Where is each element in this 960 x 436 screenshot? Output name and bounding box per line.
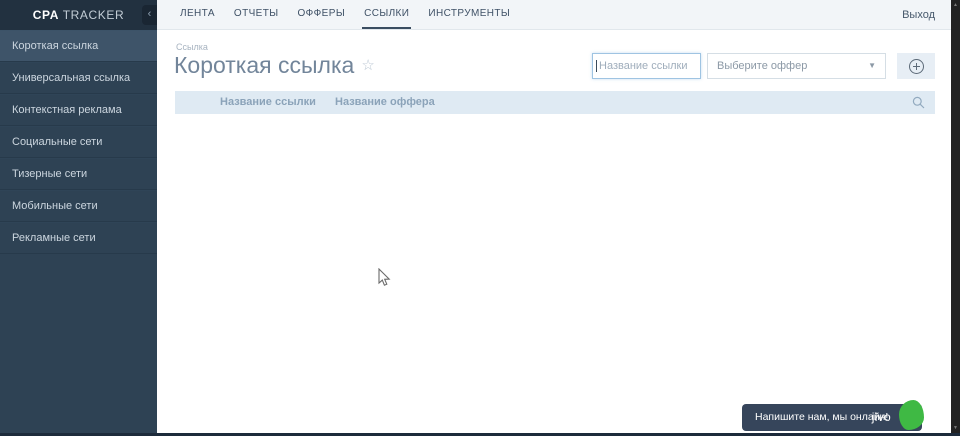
tab-reports[interactable]: ОТЧЕТЫ bbox=[232, 0, 281, 29]
app-logo-rest: TRACKER bbox=[58, 8, 125, 22]
nav-tabs: ЛЕНТА ОТЧЕТЫ ОФФЕРЫ ССЫЛКИ ИНСТРУМЕНТЫ bbox=[178, 0, 527, 29]
column-link-name: Название ссылки bbox=[220, 96, 316, 108]
scroll-up-icon[interactable]: ▲ bbox=[951, 0, 960, 10]
tab-offers[interactable]: ОФФЕРЫ bbox=[296, 0, 348, 29]
main-content: Ссылка Короткая ссылка ☆ Выберите оффер ▼… bbox=[157, 30, 951, 433]
app-logo-bold: CPA bbox=[32, 8, 59, 22]
tab-tools[interactable]: ИНСТРУМЕНТЫ bbox=[426, 0, 512, 29]
tab-lenta[interactable]: ЛЕНТА bbox=[178, 0, 217, 29]
table-header: Название ссылки Название оффера bbox=[175, 91, 935, 114]
top-navigation: ЛЕНТА ОТЧЕТЫ ОФФЕРЫ ССЫЛКИ ИНСТРУМЕНТЫ В… bbox=[157, 0, 951, 30]
sidebar-item-short-link[interactable]: Короткая ссылка bbox=[0, 30, 157, 62]
search-icon[interactable] bbox=[912, 96, 925, 109]
column-offer-name: Название оффера bbox=[335, 96, 435, 108]
chat-message: Напишите нам, мы онлайн! bbox=[755, 411, 889, 423]
plus-circle-icon bbox=[908, 58, 924, 74]
mouse-cursor bbox=[378, 267, 391, 293]
favorite-star-icon[interactable]: ☆ bbox=[361, 57, 374, 74]
tab-links[interactable]: ССЫЛКИ bbox=[362, 0, 412, 29]
app-logo: CPA TRACKER bbox=[33, 8, 125, 22]
sidebar-item-ad-networks[interactable]: Рекламные сети bbox=[0, 222, 157, 254]
sidebar-item-social-networks[interactable]: Социальные сети bbox=[0, 126, 157, 158]
page-title: Короткая ссылка ☆ bbox=[174, 52, 375, 79]
offer-select[interactable]: Выберите оффер ▼ bbox=[707, 53, 886, 79]
logo-bar: CPA TRACKER ‹ bbox=[0, 0, 157, 30]
scroll-down-icon[interactable]: ▼ bbox=[951, 423, 960, 433]
sidebar-item-teaser-networks[interactable]: Тизерные сети bbox=[0, 158, 157, 190]
jivo-logo: jivo bbox=[871, 410, 891, 424]
chat-widget[interactable]: Напишите нам, мы онлайн! jivo bbox=[742, 400, 924, 431]
sidebar-collapse-icon[interactable]: ‹ bbox=[142, 5, 157, 25]
filter-controls: Выберите оффер ▼ bbox=[590, 53, 935, 79]
chevron-down-icon: ▼ bbox=[868, 61, 876, 70]
vertical-scrollbar[interactable]: ▲ ▼ bbox=[951, 0, 960, 433]
add-link-button[interactable] bbox=[897, 53, 935, 79]
sidebar-item-universal-link[interactable]: Универсальная ссылка bbox=[0, 62, 157, 94]
link-name-input[interactable] bbox=[592, 53, 701, 79]
sidebar-item-context-ads[interactable]: Контекстная реклама bbox=[0, 94, 157, 126]
sidebar: CPA TRACKER ‹ Короткая ссылка Универсаль… bbox=[0, 0, 157, 433]
jivo-leaf-icon bbox=[899, 400, 924, 430]
offer-select-value: Выберите оффер bbox=[717, 60, 808, 72]
breadcrumb: Ссылка bbox=[176, 42, 208, 52]
logout-link[interactable]: Выход bbox=[902, 9, 935, 21]
text-caret bbox=[596, 60, 597, 72]
sidebar-item-mobile-networks[interactable]: Мобильные сети bbox=[0, 190, 157, 222]
page-title-text: Короткая ссылка bbox=[174, 52, 355, 78]
